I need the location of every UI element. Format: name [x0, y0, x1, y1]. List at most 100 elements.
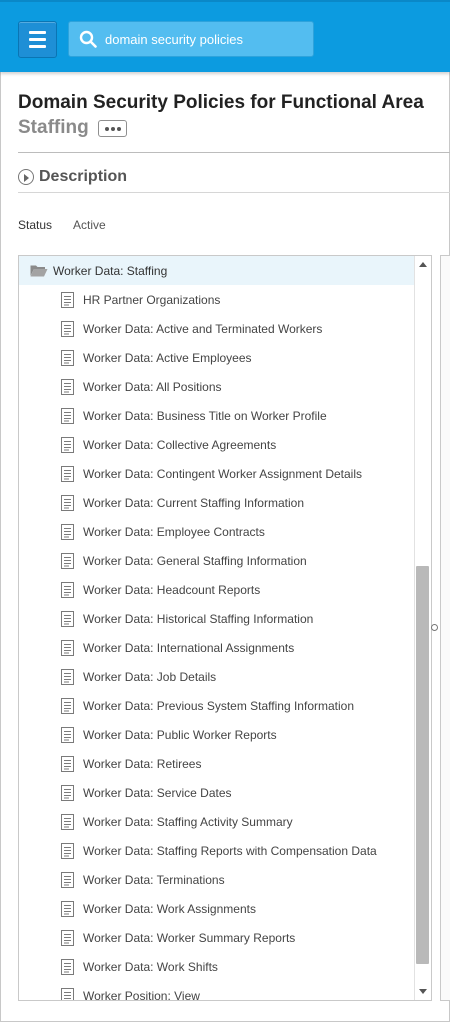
search-input[interactable]: [105, 22, 310, 56]
folder-open-icon: [30, 265, 48, 277]
document-icon: [61, 756, 74, 772]
tree-item[interactable]: Worker Data: Previous System Staffing In…: [19, 691, 414, 720]
dot: [104, 126, 109, 131]
tree-item-label: Worker Data: Retirees: [83, 757, 202, 771]
document-icon: [61, 669, 74, 685]
divider: [18, 152, 450, 153]
document-icon: [61, 901, 74, 917]
tree-item-label: Worker Data: Current Staffing Informatio…: [83, 496, 304, 510]
document-icon: [61, 640, 74, 656]
tree-item[interactable]: Worker Data: Staffing Activity Summary: [19, 807, 414, 836]
tree-item[interactable]: HR Partner Organizations: [19, 285, 414, 314]
tree-item[interactable]: Worker Data: Work Shifts: [19, 952, 414, 981]
tree-item-label: Worker Data: International Assignments: [83, 641, 295, 655]
tree-item-label: Worker Data: Previous System Staffing In…: [83, 699, 355, 713]
tree-item-label: Worker Data: Staffing Reports with Compe…: [83, 844, 377, 858]
menu-line: [29, 38, 46, 41]
tree-root-label: Worker Data: Staffing: [53, 264, 168, 278]
document-icon: [61, 814, 74, 830]
document-icon: [61, 988, 74, 1000]
panel-resize-handle[interactable]: [431, 624, 438, 631]
scroll-up-arrow-icon[interactable]: [419, 262, 427, 267]
tree-item-label: Worker Data: Business Title on Worker Pr…: [83, 409, 327, 423]
dot: [110, 126, 115, 131]
tree-item[interactable]: Worker Data: Public Worker Reports: [19, 720, 414, 749]
dot: [116, 126, 121, 131]
tree-item-label: Worker Data: General Staffing Informatio…: [83, 554, 307, 568]
tree-item[interactable]: Worker Data: Terminations: [19, 865, 414, 894]
tree-item-label: Worker Data: Service Dates: [83, 786, 232, 800]
tree-item[interactable]: Worker Data: Worker Summary Reports: [19, 923, 414, 952]
tree-item-label: Worker Data: Active and Terminated Worke…: [83, 322, 323, 336]
document-icon: [61, 582, 74, 598]
tree-item[interactable]: Worker Data: Staffing Reports with Compe…: [19, 836, 414, 865]
scroll-down-arrow-icon[interactable]: [419, 989, 427, 994]
document-icon: [61, 524, 74, 540]
tree-item[interactable]: Worker Data: Business Title on Worker Pr…: [19, 401, 414, 430]
tree-item[interactable]: Worker Data: Current Staffing Informatio…: [19, 488, 414, 517]
document-icon: [61, 727, 74, 743]
expand-arrow-icon[interactable]: [18, 169, 34, 185]
tree-item[interactable]: Worker Data: Active Employees: [19, 343, 414, 372]
tree-item-label: Worker Data: Employee Contracts: [83, 525, 265, 539]
tree-item-label: Worker Data: Job Details: [83, 670, 217, 684]
tree-item-label: Worker Data: Collective Agreements: [83, 438, 277, 452]
tree-item-label: Worker Data: Active Employees: [83, 351, 252, 365]
tree-item[interactable]: Worker Data: Employee Contracts: [19, 517, 414, 546]
tree-item-label: Worker Data: Headcount Reports: [83, 583, 261, 597]
tree-item[interactable]: Worker Data: International Assignments: [19, 633, 414, 662]
document-icon: [61, 321, 74, 337]
related-actions-button[interactable]: [98, 120, 127, 137]
description-section-toggle[interactable]: Description: [39, 168, 127, 186]
menu-line: [29, 45, 46, 48]
document-icon: [61, 611, 74, 627]
tree-item-label: Worker Data: Public Worker Reports: [83, 728, 277, 742]
tree-item[interactable]: Worker Data: Collective Agreements: [19, 430, 414, 459]
search-box[interactable]: [68, 21, 314, 57]
tree-item[interactable]: Worker Data: Service Dates: [19, 778, 414, 807]
document-icon: [61, 843, 74, 859]
tree-item-label: Worker Data: Work Shifts: [83, 960, 218, 974]
status-value: Active: [73, 218, 106, 232]
tree-item[interactable]: Worker Data: Job Details: [19, 662, 414, 691]
tree-item-label: Worker Data: Staffing Activity Summary: [83, 815, 293, 829]
tree-item[interactable]: Worker Data: General Staffing Informatio…: [19, 546, 414, 575]
document-icon: [61, 698, 74, 714]
tree-item[interactable]: Worker Data: Contingent Worker Assignmen…: [19, 459, 414, 488]
tree-item[interactable]: Worker Data: Active and Terminated Worke…: [19, 314, 414, 343]
status-label: Status: [18, 218, 53, 232]
tree-item[interactable]: Worker Data: All Positions: [19, 372, 414, 401]
policy-tree: Worker Data: Staffing HR Partner Organiz…: [18, 255, 432, 1001]
tree-item-label: Worker Data: Contingent Worker Assignmen…: [83, 467, 363, 481]
document-icon: [61, 350, 74, 366]
tree-item[interactable]: Worker Data: Retirees: [19, 749, 414, 778]
scrollbar-thumb[interactable]: [416, 566, 429, 964]
tree-item-label: HR Partner Organizations: [83, 293, 221, 307]
document-icon: [61, 930, 74, 946]
tree-item[interactable]: Worker Data: Work Assignments: [19, 894, 414, 923]
tree-item-label: Worker Data: Terminations: [83, 873, 225, 887]
document-icon: [61, 379, 74, 395]
tree-item-label: Worker Position: View: [83, 989, 200, 1001]
document-icon: [61, 872, 74, 888]
page-subtitle: Staffing: [18, 117, 89, 138]
tree-item[interactable]: Worker Position: View: [19, 981, 414, 1001]
page-title: Domain Security Policies for Functional …: [18, 92, 424, 113]
tree-item-label: Worker Data: Historical Staffing Informa…: [83, 612, 314, 626]
document-icon: [61, 959, 74, 975]
tree-root-item[interactable]: Worker Data: Staffing: [19, 256, 414, 285]
document-icon: [61, 408, 74, 424]
divider: [18, 192, 450, 193]
tree-item[interactable]: Worker Data: Headcount Reports: [19, 575, 414, 604]
tree-item-label: Worker Data: Worker Summary Reports: [83, 931, 296, 945]
tree-item[interactable]: Worker Data: Historical Staffing Informa…: [19, 604, 414, 633]
tree-scrollbar[interactable]: [414, 256, 431, 1000]
side-panel-edge: [440, 255, 450, 1001]
document-icon: [61, 466, 74, 482]
menu-line: [29, 31, 46, 34]
top-bar: [0, 0, 450, 72]
hamburger-menu-button[interactable]: [18, 21, 57, 58]
document-icon: [61, 292, 74, 308]
document-icon: [61, 495, 74, 511]
document-icon: [61, 785, 74, 801]
